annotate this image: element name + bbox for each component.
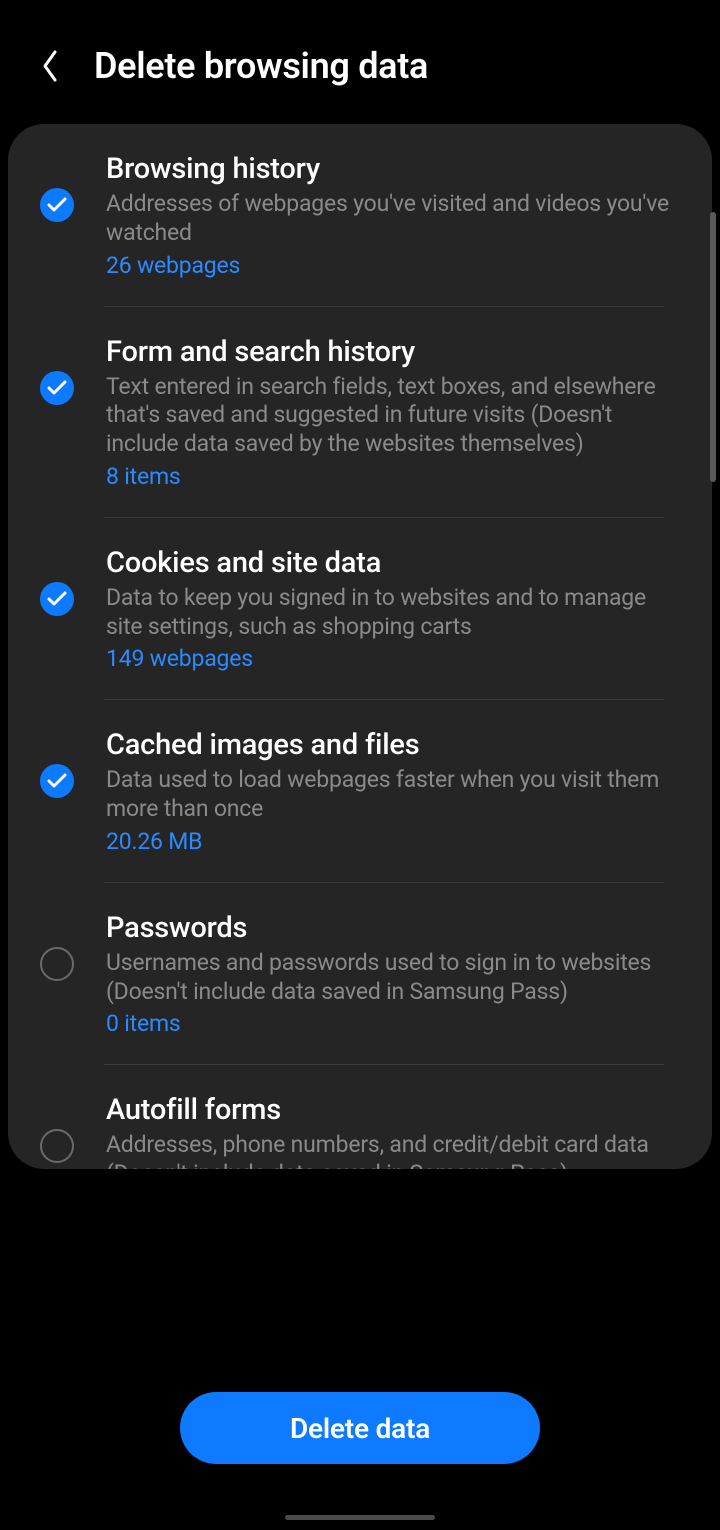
item-content: Autofill forms Addresses, phone numbers,… bbox=[106, 1093, 692, 1169]
delete-button-label: Delete data bbox=[290, 1412, 430, 1445]
item-content: Browsing history Addresses of webpages y… bbox=[106, 152, 692, 279]
page-title: Delete browsing data bbox=[94, 45, 428, 87]
item-count: 8 items bbox=[106, 463, 672, 490]
checkbox-wrap bbox=[40, 152, 74, 222]
item-count: 20.26 MB bbox=[106, 828, 672, 855]
checkbox-wrap bbox=[40, 1093, 74, 1163]
data-list-panel: Browsing history Addresses of webpages y… bbox=[8, 124, 712, 1169]
item-desc: Addresses of webpages you've visited and… bbox=[106, 190, 672, 248]
item-title: Passwords bbox=[106, 911, 672, 945]
list-item-cached-images-files[interactable]: Cached images and files Data used to loa… bbox=[8, 700, 712, 883]
item-count: 149 webpages bbox=[106, 645, 672, 672]
list-item-cookies-site-data[interactable]: Cookies and site data Data to keep you s… bbox=[8, 518, 712, 701]
item-content: Form and search history Text entered in … bbox=[106, 335, 692, 490]
list-item-passwords[interactable]: Passwords Usernames and passwords used t… bbox=[8, 883, 712, 1066]
item-count: 26 webpages bbox=[106, 252, 672, 279]
list-item-autofill-forms[interactable]: Autofill forms Addresses, phone numbers,… bbox=[8, 1065, 712, 1169]
checkbox-cached-images-files[interactable] bbox=[40, 764, 74, 798]
back-icon[interactable] bbox=[36, 52, 64, 80]
item-title: Autofill forms bbox=[106, 1093, 672, 1127]
item-desc: Text entered in search fields, text boxe… bbox=[106, 373, 672, 459]
checkbox-wrap bbox=[40, 335, 74, 405]
list-item-form-search-history[interactable]: Form and search history Text entered in … bbox=[8, 307, 712, 518]
checkbox-browsing-history[interactable] bbox=[40, 188, 74, 222]
item-title: Browsing history bbox=[106, 152, 672, 186]
item-title: Cached images and files bbox=[106, 728, 672, 762]
item-content: Passwords Usernames and passwords used t… bbox=[106, 911, 692, 1038]
item-desc: Data to keep you signed in to websites a… bbox=[106, 584, 672, 642]
item-title: Form and search history bbox=[106, 335, 672, 369]
item-content: Cached images and files Data used to loa… bbox=[106, 728, 692, 855]
list-item-browsing-history[interactable]: Browsing history Addresses of webpages y… bbox=[8, 124, 712, 307]
item-desc: Usernames and passwords used to sign in … bbox=[106, 949, 672, 1007]
checkbox-passwords[interactable] bbox=[40, 947, 74, 981]
checkbox-autofill-forms[interactable] bbox=[40, 1129, 74, 1163]
delete-data-button[interactable]: Delete data bbox=[180, 1392, 540, 1464]
item-count: 0 items bbox=[106, 1010, 672, 1037]
checkbox-wrap bbox=[40, 911, 74, 981]
nav-indicator[interactable] bbox=[285, 1515, 435, 1520]
item-content: Cookies and site data Data to keep you s… bbox=[106, 546, 692, 673]
item-title: Cookies and site data bbox=[106, 546, 672, 580]
item-desc: Addresses, phone numbers, and credit/deb… bbox=[106, 1131, 672, 1169]
checkbox-wrap bbox=[40, 546, 74, 616]
page-header: Delete browsing data bbox=[0, 0, 720, 112]
checkbox-wrap bbox=[40, 728, 74, 798]
checkbox-form-search-history[interactable] bbox=[40, 371, 74, 405]
item-desc: Data used to load webpages faster when y… bbox=[106, 766, 672, 824]
scrollbar[interactable] bbox=[710, 212, 716, 482]
checkbox-cookies-site-data[interactable] bbox=[40, 582, 74, 616]
